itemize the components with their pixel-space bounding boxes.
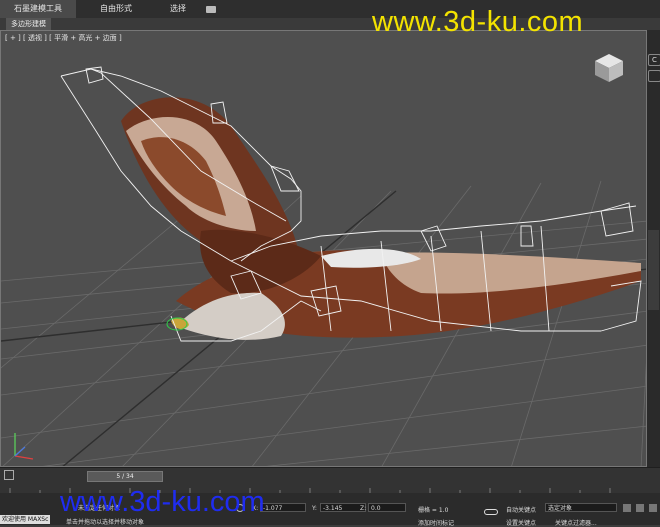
panel-scroll-area[interactable]	[648, 230, 659, 310]
key-icon[interactable]	[484, 509, 498, 515]
tab-freeform[interactable]: 自由形式	[86, 0, 146, 18]
previous-frame-icon[interactable]	[636, 504, 644, 512]
watermark-text-bottom: www.3d-ku.com	[60, 486, 265, 518]
axis-tripod-icon	[14, 433, 34, 460]
x-coordinate-field[interactable]: -1.077	[260, 503, 306, 512]
tab-graphite-modeling[interactable]: 石墨建模工具	[0, 0, 76, 18]
tab-polygon-modeling[interactable]: 多边形建模	[6, 18, 51, 30]
ribbon-collapse-icon[interactable]	[206, 5, 216, 13]
grid-size: 栅格 = 1.0	[418, 507, 449, 514]
goto-start-icon[interactable]	[623, 504, 631, 512]
auto-key-button[interactable]: 自动关键点	[506, 505, 536, 514]
eagle-model[interactable]	[121, 97, 641, 340]
play-icon[interactable]	[649, 504, 657, 512]
viewport-label[interactable]: [ + ] [ 透视 ] [ 平滑 + 高光 + 边面 ]	[5, 33, 122, 43]
watermark-text: www.3d-ku.com	[372, 6, 584, 38]
maxscript-listener[interactable]: 欢迎使用 MAXSc	[0, 515, 51, 524]
selection-set-dropdown[interactable]: 选定对象	[545, 503, 617, 512]
key-filters-button[interactable]: 关键点过滤器...	[555, 518, 597, 527]
z-coordinate-field[interactable]: 0.0	[368, 503, 406, 512]
z-label: Z:	[360, 505, 367, 512]
panel-toggle-button[interactable]	[648, 70, 660, 82]
command-panel-strip: C	[647, 30, 660, 467]
set-key-button[interactable]: 设置关键点	[506, 518, 536, 527]
panel-tab-create[interactable]: C	[648, 54, 660, 66]
track-bar-toggle-icon[interactable]	[4, 470, 14, 480]
tab-selection[interactable]: 选择	[156, 0, 200, 18]
perspective-viewport[interactable]: [ + ] [ 透视 ] [ 平滑 + 高光 + 边面 ]	[0, 30, 647, 467]
viewport-scene	[1, 66, 646, 466]
time-slider[interactable]: 5 / 34	[87, 471, 163, 482]
y-label: Y:	[312, 505, 317, 512]
viewcube-icon[interactable]	[592, 51, 626, 85]
add-time-tag[interactable]: 添加时间标记	[418, 518, 454, 527]
